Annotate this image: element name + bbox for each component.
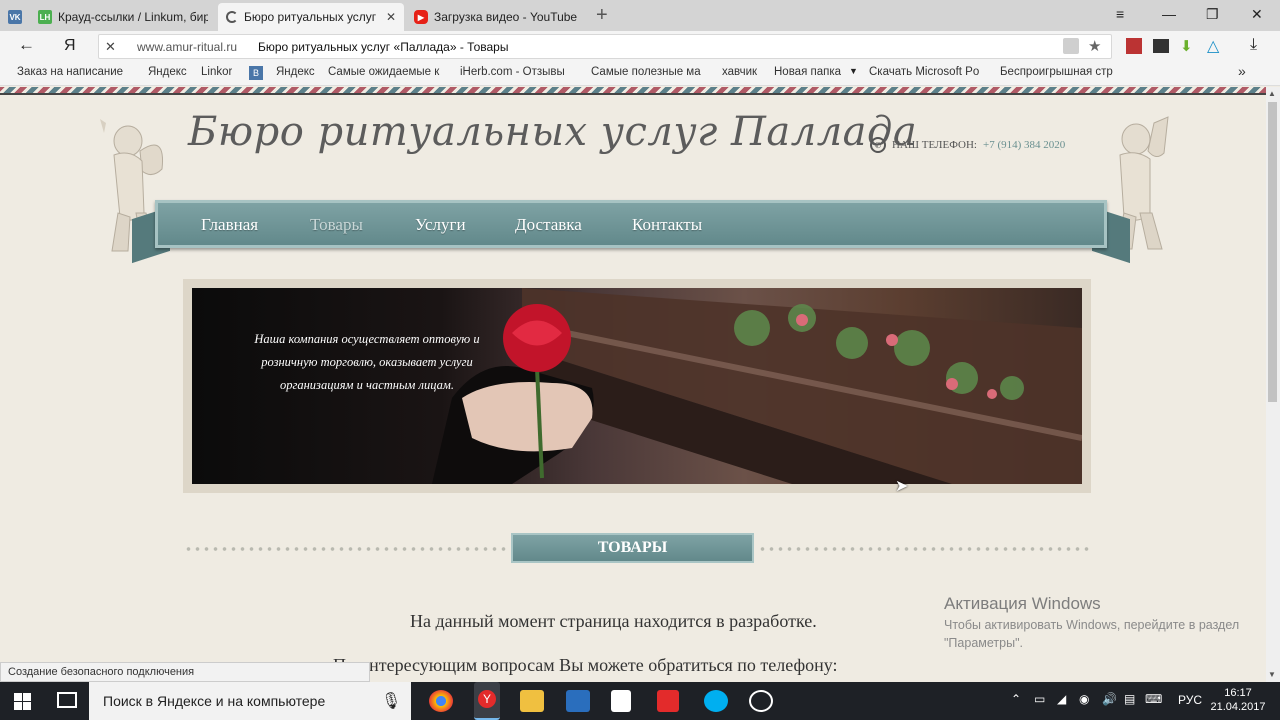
search-placeholder: Поиск в Яндексе и на компьютере [103,693,326,709]
bookmark-item[interactable]: Linkor [201,66,232,78]
clock-date: 21.04.2017 [1210,701,1266,713]
vk-icon[interactable]: В [249,66,263,80]
show-hidden-icons[interactable]: ⌃ [1011,692,1021,706]
nav-home[interactable]: Главная [201,215,258,235]
minimize-icon[interactable]: — [1162,6,1176,22]
menu-icon[interactable]: ≡ [1116,6,1124,22]
youtube-icon: ▶ [414,10,428,24]
notifications-icon[interactable]: ▤ [1124,692,1135,706]
tab-label: Бюро ритуальных услуг [244,10,377,24]
nav-delivery[interactable]: Доставка [515,215,582,235]
windows-activation-text: Чтобы активировать Windows, перейдите в … [944,618,1240,650]
tab-youtube[interactable]: ▶ Загрузка видео - YouTube [406,3,592,31]
protect-icon[interactable] [1063,38,1079,54]
new-tab-button[interactable]: + [596,4,608,27]
bookmark-item[interactable]: Яндекс [276,66,315,78]
info-text-development: На данный момент страница находится в ра… [410,611,817,631]
file-explorer-icon[interactable] [520,690,544,712]
tab-vk[interactable]: VK [0,3,30,31]
microphone-icon[interactable]: 🎙 [381,691,401,711]
dotted-divider-left [184,547,510,551]
windows-start-icon[interactable] [14,693,31,710]
clock-time: 16:17 [1224,687,1252,699]
address-bar-row: ← Я ✕ www.amur-ritual.ru Бюро ритуальных… [0,31,1280,62]
page-title-text: Бюро ритуальных услуг «Паллада» - Товары [258,40,509,54]
yandex-logo-icon[interactable]: Я [64,37,76,55]
nav-products[interactable]: Товары [310,215,363,235]
obs-icon[interactable] [749,690,773,712]
skype-icon[interactable] [704,690,728,712]
main-nav: Главная Товары Услуги Доставка Контакты [155,200,1107,248]
taskbar-clock[interactable]: 16:17 21.04.2017 [1208,686,1268,714]
tab-linkum[interactable]: LH Крауд-ссылки / Linkum, бир [30,3,216,31]
phone-number[interactable]: +7 (914) 384 2020 [983,139,1065,151]
yandex-icon[interactable] [657,690,679,712]
bookmarks-bar: Заказ на написание Яндекс Linkor В Яндек… [0,62,1280,86]
web-page: Бюро ритуальных услуг Паллада ✆ НАШ ТЕЛЕ… [0,87,1266,682]
stop-loading-icon[interactable]: ✕ [105,39,116,55]
restore-icon[interactable]: ❐ [1206,6,1219,23]
tab-active-palladа[interactable]: Бюро ритуальных услуг ✕ [218,3,404,31]
scroll-down-icon[interactable]: ▼ [1268,670,1276,679]
url-text: www.amur-ritual.ru [137,40,238,54]
chrome-icon[interactable] [429,690,453,712]
keyboard-icon[interactable]: ⌨ [1145,692,1162,706]
bookmark-item[interactable]: Беспроигрышная стр [1000,66,1117,78]
bookmark-folder[interactable]: Новая папка [774,66,841,78]
back-button[interactable]: ← [18,35,35,55]
bookmark-item[interactable]: Яндекс [148,66,187,78]
hero-banner: Наша компания осуществляет оптовую и роз… [192,288,1082,484]
bookmark-item[interactable]: Самые ожидаемые к [328,66,445,78]
yandex-browser-icon: Y [478,690,496,708]
info-text-contact: По интересующим вопросам Вы можете обрат… [333,655,838,675]
bookmark-item[interactable]: iHerb.com - Отзывы [460,66,578,78]
address-field[interactable]: ✕ www.amur-ritual.ru Бюро ритуальных усл… [98,34,1112,59]
close-tab-icon[interactable]: ✕ [386,10,396,24]
bookmark-item[interactable]: хавчик [722,66,757,78]
bookmark-star-icon[interactable]: ★ [1088,37,1101,55]
header-phone: ✆ НАШ ТЕЛЕФОН: +7 (914) 384 2020 [870,137,1065,153]
chevron-down-icon: ▼ [849,66,858,76]
linkum-icon: LH [38,10,52,24]
extension-icon[interactable]: △ [1207,36,1219,56]
battery-icon[interactable]: ▭ [1034,692,1045,706]
close-window-icon[interactable]: ✕ [1251,6,1263,23]
more-bookmarks-button[interactable]: » [1238,63,1246,79]
store-icon[interactable] [611,690,631,712]
scrollbar-thumb[interactable] [1268,102,1277,402]
loading-icon [226,11,238,23]
bookmark-item[interactable]: Скачать Microsoft Po [869,66,987,78]
dotted-divider-right [758,547,1090,551]
divider [0,93,1266,95]
extension-icon[interactable] [1126,38,1142,54]
phone-icon: ✆ [870,137,886,153]
scroll-up-icon[interactable]: ▲ [1268,89,1276,98]
banner-caption: Наша компания осуществляет оптовую и роз… [254,332,480,392]
downloads-icon[interactable]: ⤓ [1250,36,1257,54]
mouse-cursor-icon: ➤ [895,478,909,495]
vk-icon: VK [8,10,22,24]
language-indicator[interactable]: РУС [1178,693,1202,707]
phone-label: НАШ ТЕЛЕФОН: [892,139,977,151]
network-icon[interactable]: ◢ [1057,692,1066,706]
windows-activation-title: Активация Windows [944,594,1101,613]
tab-label: Крауд-ссылки / Linkum, бир [58,10,208,24]
extension-icon[interactable] [1153,39,1169,53]
nav-contacts[interactable]: Контакты [632,215,702,235]
ccleaner-icon[interactable]: ◉ [1079,692,1089,706]
download-helper-icon[interactable]: ⬇ [1180,37,1193,55]
nav-services[interactable]: Услуги [415,215,466,235]
task-view-icon[interactable] [57,692,77,708]
app-icon[interactable] [566,690,590,712]
bookmark-item[interactable]: Заказ на написание [17,66,132,78]
site-logo-title[interactable]: Бюро ритуальных услуг Паллада [188,109,917,155]
section-title: ТОВАРЫ [511,533,754,563]
windows-taskbar: Поиск в Яндексе и на компьютере 🎙 Y ⌃ ▭ … [0,682,1280,720]
tab-label: Загрузка видео - YouTube [434,10,578,24]
status-bar: Создание безопасного подключения [0,662,370,682]
bookmark-item[interactable]: Самые полезные ма [591,66,708,78]
taskbar-search-box[interactable]: Поиск в Яндексе и на компьютере 🎙 [89,682,411,720]
browser-tab-bar: VK LH Крауд-ссылки / Linkum, бир Бюро ри… [0,0,1280,31]
volume-icon[interactable]: 🔊 [1102,692,1117,706]
